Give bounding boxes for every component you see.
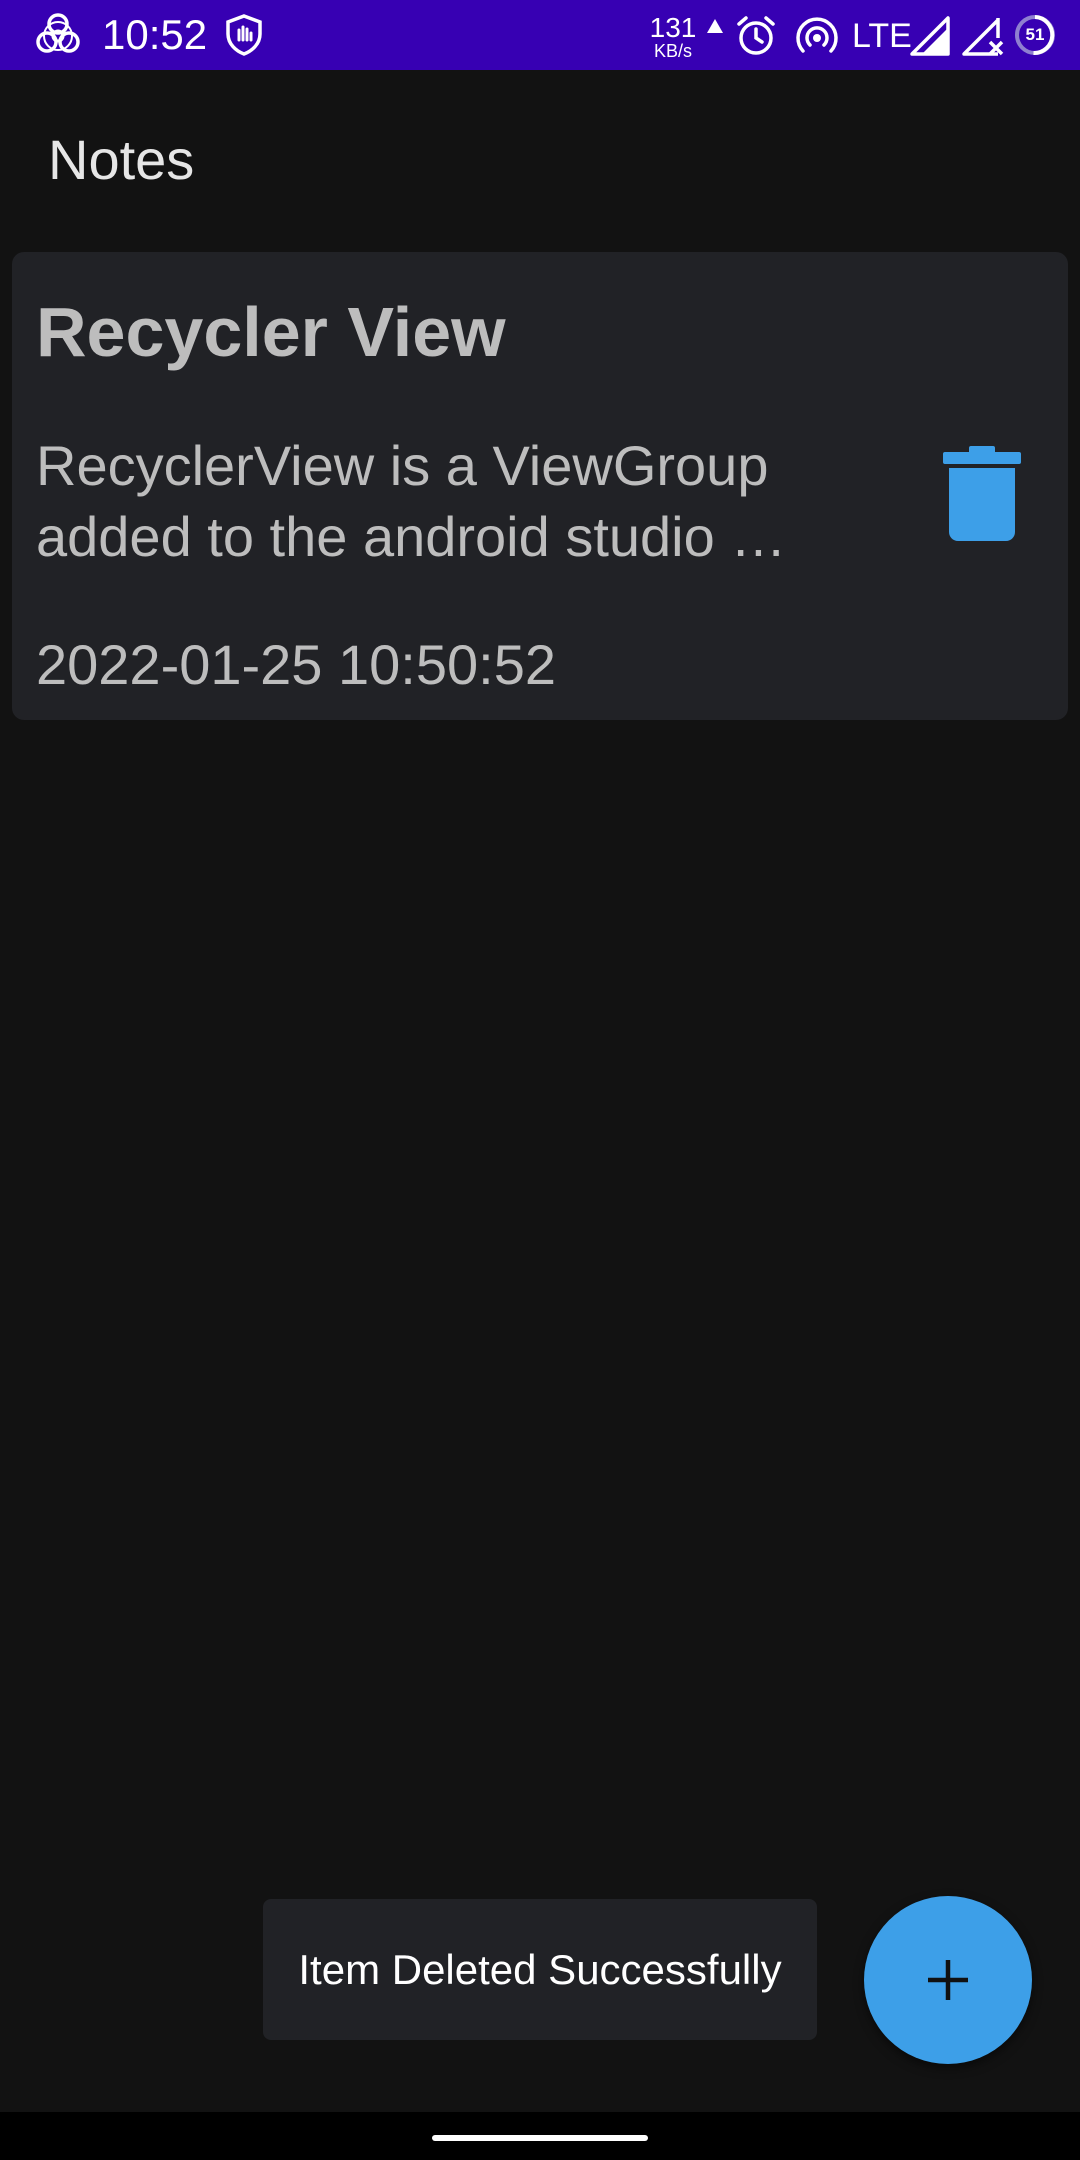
note-body: RecyclerView is a ViewGroup added to the… (36, 434, 787, 568)
trash-icon (943, 446, 1021, 541)
snackbar: Item Deleted Successfully (263, 1899, 817, 2040)
add-note-button[interactable] (864, 1896, 1032, 2064)
note-title: Recycler View (36, 293, 506, 371)
network-speed-value: 131 (649, 12, 697, 43)
shield-hand-icon (226, 14, 262, 56)
network-speed-unit: KB/s (653, 41, 692, 61)
network-speed: 131 KB/s (648, 12, 698, 61)
plus-icon (928, 1960, 968, 2000)
signal-no-data-icon (962, 18, 1004, 56)
snackbar-message: Item Deleted Successfully (298, 1945, 782, 1993)
battery-indicator: 51 (1014, 14, 1056, 56)
home-indicator[interactable] (432, 2135, 648, 2141)
note-date: 2022-01-25 10:50:52 (36, 633, 556, 696)
network-type: LTE (852, 17, 912, 55)
status-bar: 10:52 131 KB/s LTE 51 (0, 0, 1080, 70)
upload-arrow-icon (707, 19, 723, 33)
delete-note-button[interactable] (924, 436, 1040, 552)
status-time: 10:52 (102, 11, 208, 58)
hotspot-icon (796, 17, 838, 53)
note-card[interactable]: Recycler View RecyclerView is a ViewGrou… (12, 252, 1068, 720)
signal-icon (910, 16, 950, 56)
alarm-icon (737, 16, 775, 55)
page-title: Notes (48, 128, 195, 191)
battery-percent: 51 (1025, 25, 1045, 44)
biohazard-icon (36, 13, 80, 53)
navigation-bar (0, 2112, 1080, 2160)
